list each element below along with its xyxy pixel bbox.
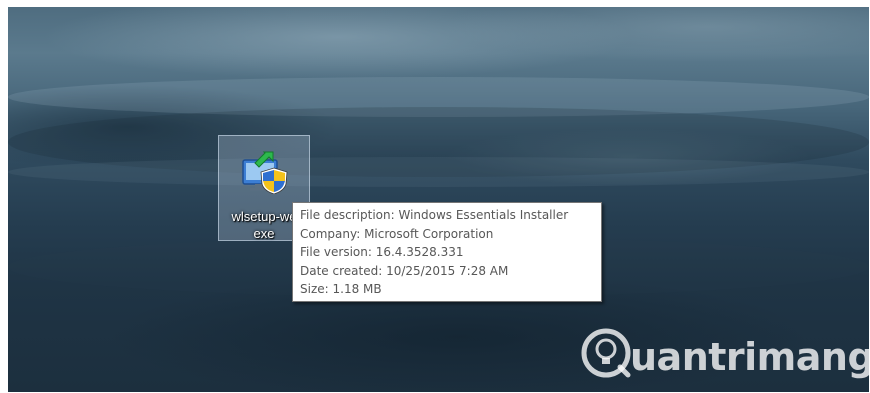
- tooltip-company: Company: Microsoft Corporation: [300, 226, 494, 241]
- tooltip-date-created: Date created: 10/25/2015 7:28 AM: [300, 263, 509, 278]
- watermark-text: uantrimang: [630, 335, 869, 379]
- tooltip-file-description: File description: Windows Essentials Ins…: [300, 208, 569, 222]
- site-watermark: uantrimang: [580, 325, 869, 392]
- tooltip-size: Size: 1.18 MB: [300, 282, 382, 297]
- screenshot-frame: wlsetup-we exe File description: Windows…: [8, 7, 869, 392]
- windows-installer-shield-icon: [242, 151, 288, 194]
- tooltip-file-version: File version: 16.4.3528.331: [300, 245, 464, 260]
- quantrimang-bulb-logo-icon: [581, 328, 631, 378]
- file-info-tooltip: File description: Windows Essentials Ins…: [292, 202, 602, 302]
- wave-crest: [8, 157, 869, 187]
